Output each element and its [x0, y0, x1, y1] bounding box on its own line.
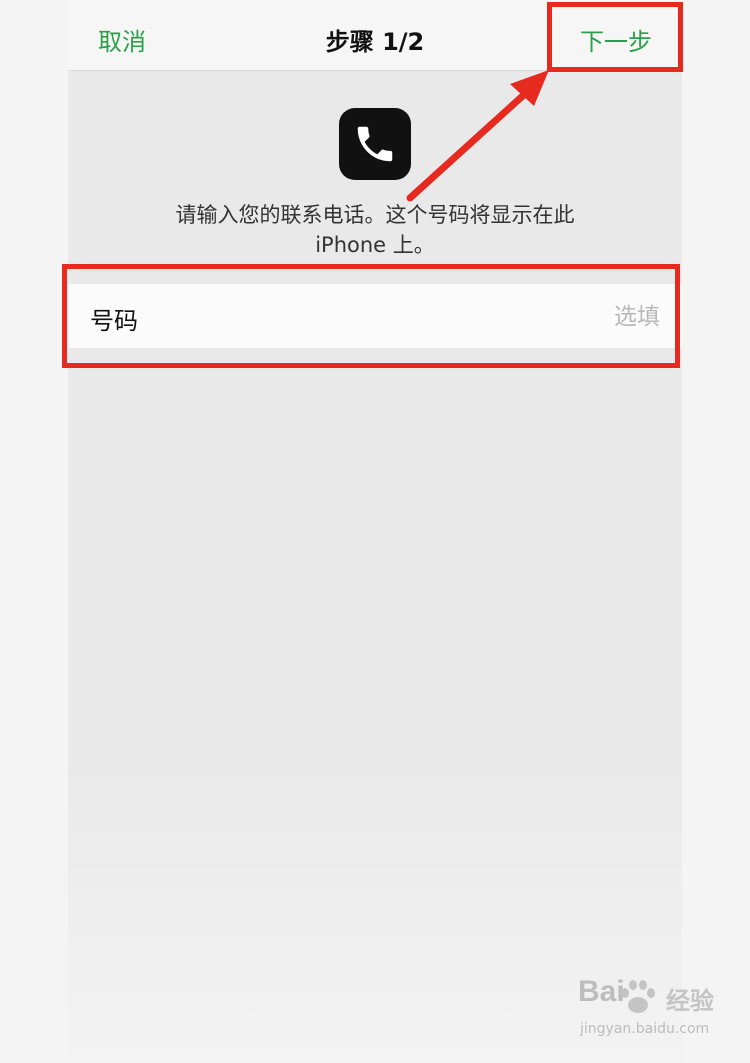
- paw-icon: [621, 980, 655, 1013]
- annotation-arrow: [406, 70, 549, 202]
- baidu-jingyan-watermark: Bai 经验 jingyan.baidu.com: [578, 975, 728, 1045]
- watermark-url: jingyan.baidu.com: [580, 1021, 710, 1037]
- watermark-jingyan: 经验: [666, 987, 714, 1015]
